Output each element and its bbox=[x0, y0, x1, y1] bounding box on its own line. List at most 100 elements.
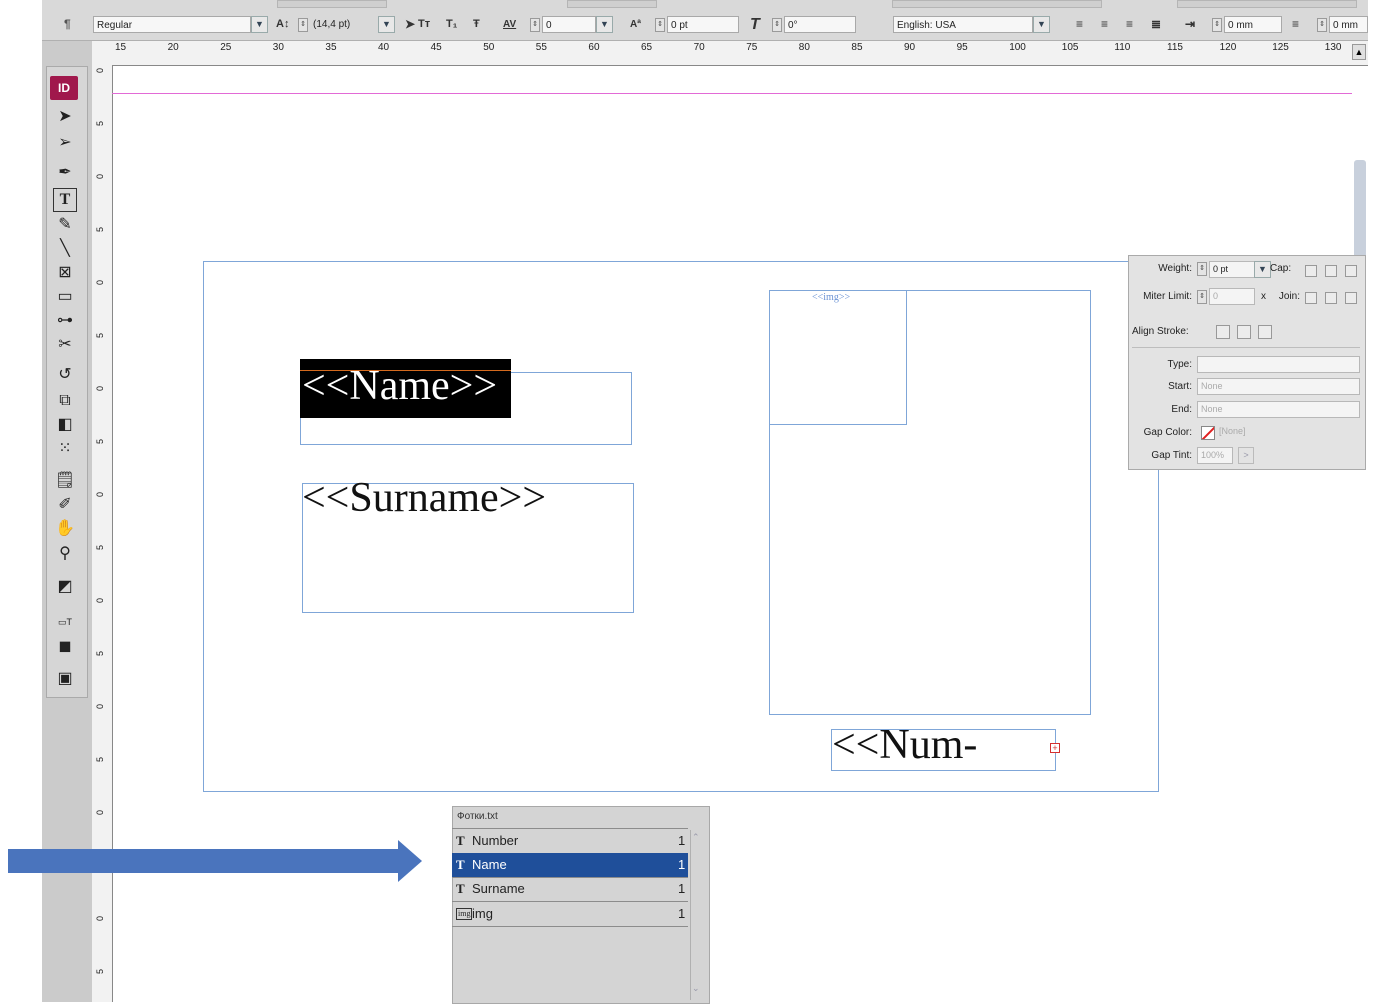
merge-field-name: Name bbox=[472, 857, 507, 872]
align-stroke-inside-icon[interactable] bbox=[1237, 325, 1251, 339]
image-frame[interactable] bbox=[769, 290, 907, 425]
justify-icon[interactable]: ≣ bbox=[1151, 16, 1161, 33]
cap-square-icon[interactable] bbox=[1345, 265, 1357, 277]
type-field[interactable] bbox=[1197, 356, 1360, 373]
img-placeholder[interactable]: <<img>> bbox=[812, 292, 850, 303]
join-bevel-icon[interactable] bbox=[1345, 292, 1357, 304]
spinner-icon[interactable]: ⇕ bbox=[298, 18, 308, 32]
name-placeholder[interactable]: <<Name>> bbox=[302, 362, 497, 410]
merge-field-row[interactable]: T Name 1 bbox=[452, 853, 688, 877]
chevron-down-icon[interactable]: ▼ bbox=[596, 16, 613, 33]
ruler-tick-label: 65 bbox=[641, 42, 653, 53]
note-tool-icon[interactable]: 🗒 bbox=[52, 470, 78, 492]
spinner-icon[interactable]: ⇕ bbox=[530, 18, 540, 32]
scale-tool-icon[interactable]: ⧉ bbox=[52, 390, 78, 412]
align-left-icon[interactable]: ≡ bbox=[1076, 16, 1083, 33]
normal-view-icon[interactable]: ◼ bbox=[52, 636, 78, 658]
number-placeholder[interactable]: <<Num- bbox=[832, 721, 977, 769]
gap-tint-field[interactable]: 100% bbox=[1197, 447, 1233, 464]
align-right-icon[interactable]: ≡ bbox=[1126, 16, 1133, 33]
cap-round-icon[interactable] bbox=[1325, 265, 1337, 277]
gap-color-field[interactable]: [None] bbox=[1216, 424, 1360, 441]
none-swatch-icon[interactable] bbox=[1201, 426, 1215, 440]
rectangle-tool-icon[interactable]: ▭ bbox=[52, 286, 78, 308]
formatting-container-icon[interactable]: ▭T bbox=[52, 611, 78, 633]
chevron-down-icon[interactable]: ▼ bbox=[378, 16, 395, 33]
join-miter-icon[interactable] bbox=[1305, 292, 1317, 304]
overset-text-icon[interactable]: + bbox=[1050, 743, 1060, 753]
scissors-tool-icon[interactable]: ✂ bbox=[52, 334, 78, 356]
vertical-scrollbar[interactable] bbox=[1354, 160, 1366, 260]
weight-field[interactable]: 0 pt bbox=[1209, 261, 1255, 278]
spinner-icon[interactable]: ⇕ bbox=[1317, 18, 1327, 32]
cap-butt-icon[interactable] bbox=[1305, 265, 1317, 277]
ruler-tick-label: 75 bbox=[746, 42, 758, 53]
language-field[interactable]: English: USA bbox=[893, 16, 1033, 33]
chevron-down-icon[interactable]: ▼ bbox=[1033, 16, 1050, 33]
font-style-field[interactable]: Regular bbox=[93, 16, 251, 33]
merge-scrollbar[interactable] bbox=[690, 830, 707, 1000]
ruler-tick-label: 130 bbox=[1324, 42, 1342, 53]
skew-icon: T bbox=[750, 16, 760, 33]
rotate-tool-icon[interactable]: ↺ bbox=[52, 364, 78, 386]
subscript-icon[interactable]: T₁ bbox=[446, 16, 457, 33]
gradient-feather-tool-icon[interactable]: ⁙ bbox=[52, 438, 78, 460]
rectangle-frame-tool-icon[interactable]: ⊠ bbox=[52, 262, 78, 284]
leading-field[interactable]: (14,4 pt) bbox=[310, 16, 378, 33]
ruler-tick-label: 100 bbox=[1009, 42, 1026, 53]
direct-selection-tool-icon[interactable]: ➢ bbox=[52, 132, 78, 154]
ruler-tick-label: 0 bbox=[95, 68, 105, 74]
align-stroke-center-icon[interactable] bbox=[1216, 325, 1230, 339]
pilcrow-icon[interactable]: ¶ bbox=[64, 16, 71, 33]
zoom-tool-icon[interactable]: ⚲ bbox=[52, 543, 78, 565]
spinner-icon[interactable]: ⇕ bbox=[1212, 18, 1222, 32]
type-tool-icon[interactable]: T bbox=[53, 188, 77, 212]
ruler-tick-label: 105 bbox=[1061, 42, 1079, 53]
ruler-tick-label: 90 bbox=[904, 42, 916, 53]
skew-field[interactable]: 0° bbox=[784, 16, 856, 33]
chevron-right-icon[interactable]: > bbox=[1238, 447, 1254, 464]
small-caps-icon[interactable]: Tт bbox=[418, 16, 430, 33]
chevron-down-icon[interactable]: ▼ bbox=[251, 16, 268, 33]
scroll-up-icon[interactable]: ⌃ bbox=[692, 832, 700, 843]
chevron-down-icon[interactable]: ▼ bbox=[1254, 261, 1271, 278]
hand-tool-icon[interactable]: ✋ bbox=[52, 518, 78, 540]
strikethrough-icon[interactable]: Ŧ bbox=[473, 16, 480, 33]
merge-field-row[interactable]: img img 1 bbox=[452, 902, 688, 926]
eyedropper-tool-icon[interactable]: ✐ bbox=[52, 494, 78, 516]
spinner-icon[interactable]: ⇕ bbox=[1197, 262, 1207, 276]
start-field[interactable]: None bbox=[1197, 378, 1360, 395]
merge-field-row[interactable]: T Surname 1 bbox=[452, 877, 688, 901]
spinner-icon[interactable]: ⇕ bbox=[772, 18, 782, 32]
align-stroke-outside-icon[interactable] bbox=[1258, 325, 1272, 339]
baseline-shift-field[interactable]: 0 pt bbox=[667, 16, 739, 33]
divider bbox=[452, 926, 688, 927]
spinner-icon[interactable]: ⇕ bbox=[655, 18, 665, 32]
tracking-field[interactable]: 0 bbox=[542, 16, 596, 33]
scroll-up-icon[interactable]: ▲ bbox=[1352, 44, 1366, 60]
data-source-name: Фотки.txt bbox=[457, 811, 498, 822]
merge-field-count: 1 bbox=[678, 906, 686, 921]
indent-left-icon: ⇥ bbox=[1185, 17, 1196, 31]
gap-tool-icon[interactable]: ⊶ bbox=[52, 310, 78, 332]
ruler-tick-label: 5 bbox=[95, 757, 105, 763]
scroll-down-icon[interactable]: ⌄ bbox=[692, 983, 700, 994]
line-tool-icon[interactable]: ╲ bbox=[52, 238, 78, 260]
join-round-icon[interactable] bbox=[1325, 292, 1337, 304]
indent-right-field[interactable]: 0 mm bbox=[1329, 16, 1368, 33]
merge-field-row[interactable]: T Number 1 bbox=[452, 829, 688, 853]
align-center-icon[interactable]: ≡ bbox=[1101, 16, 1108, 33]
ruler-tick-label: 5 bbox=[95, 333, 105, 339]
gradient-tool-icon[interactable]: ◧ bbox=[52, 414, 78, 436]
end-field[interactable]: None bbox=[1197, 401, 1360, 418]
screen-mode-icon[interactable]: ▣ bbox=[52, 668, 78, 690]
miter-limit-field[interactable]: 0 bbox=[1209, 288, 1255, 305]
pen-tool-icon[interactable]: ✒ bbox=[52, 162, 78, 184]
pencil-tool-icon[interactable]: ✎ bbox=[52, 214, 78, 236]
selection-tool-icon[interactable]: ➤ bbox=[52, 106, 78, 128]
surname-placeholder[interactable]: <<Surname>> bbox=[302, 474, 546, 522]
spinner-icon[interactable]: ⇕ bbox=[1197, 290, 1207, 304]
indent-left-field[interactable]: 0 mm bbox=[1224, 16, 1282, 33]
fill-stroke-swatch-icon[interactable]: ◩ bbox=[52, 576, 78, 598]
text-field-icon: T bbox=[456, 857, 465, 872]
